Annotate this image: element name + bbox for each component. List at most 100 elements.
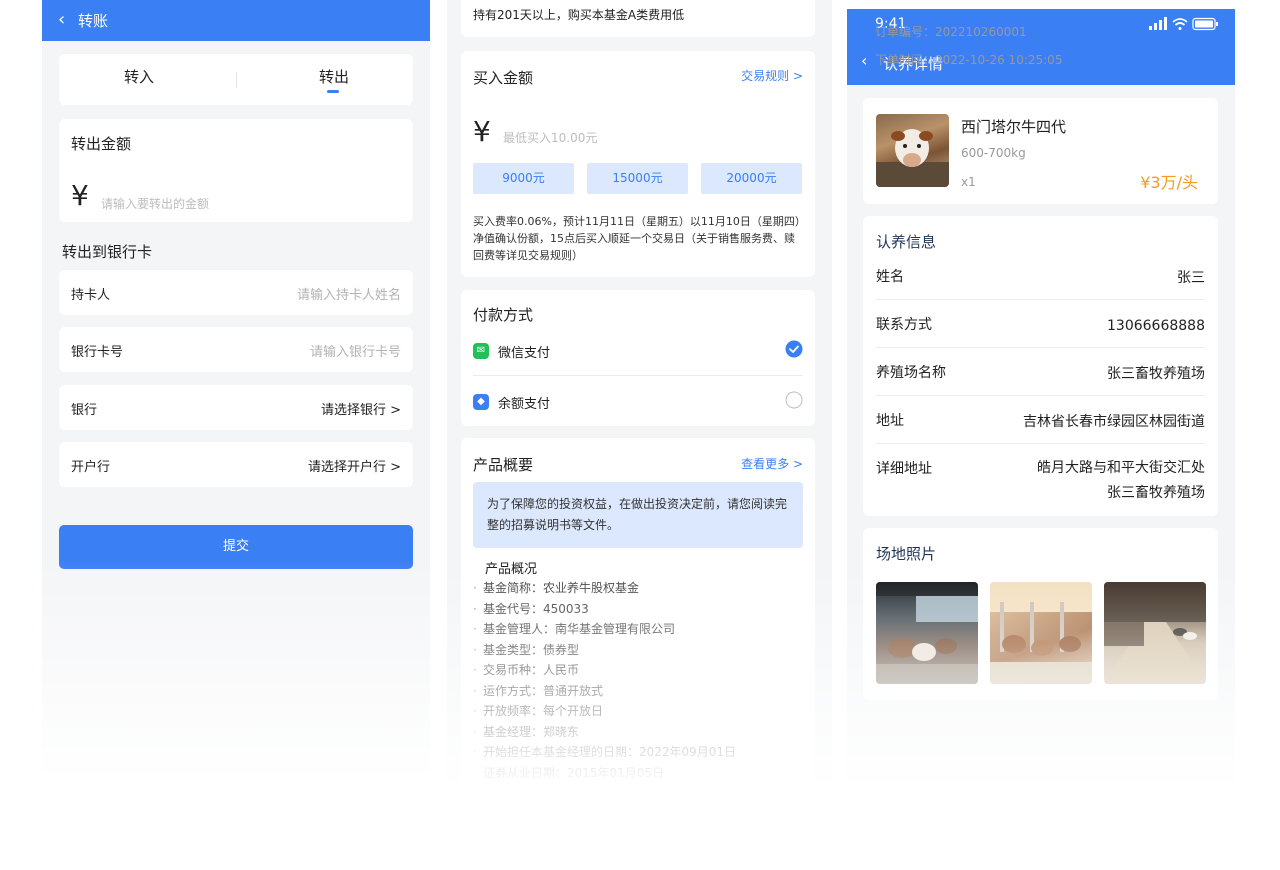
- product-quantity: x1: [961, 175, 976, 189]
- list-item: 基金类型：债券型: [473, 640, 736, 661]
- pay-method-label: 微信支付: [498, 346, 551, 361]
- buy-amount-input[interactable]: 最低买入10.00元: [503, 129, 597, 146]
- card-number-field[interactable]: 银行卡号 请输入银行卡号: [59, 327, 413, 372]
- info-value: 13066668888: [1107, 318, 1205, 334]
- list-item: 开放频率：每个开放日: [473, 701, 736, 722]
- page-title: 转账: [78, 12, 109, 30]
- product-price: ¥3万/头: [1140, 173, 1198, 192]
- product-card[interactable]: 西门塔尔牛四代 600-700kg x1 ¥3万/头: [863, 98, 1218, 204]
- site-photo[interactable]: [990, 582, 1092, 684]
- submit-button[interactable]: 提交: [59, 525, 413, 569]
- view-more-link[interactable]: 查看更多 >: [741, 455, 803, 472]
- payment-title: 付款方式: [473, 306, 534, 324]
- info-value-line2: 张三畜牧养殖场: [1107, 485, 1205, 501]
- fee-tip-text: 持有201天以上，购买本基金A类费用低: [473, 8, 685, 22]
- list-item: 运作方式：普通开放式: [473, 681, 736, 702]
- overview-title: 产品概况: [485, 562, 538, 577]
- info-value: 张三畜牧养殖场: [1107, 366, 1205, 382]
- list-item: 证券从业日期：2015年01月05日: [473, 763, 736, 784]
- wallet-icon: ◆: [473, 394, 489, 410]
- pay-method-label: 余额支付: [498, 397, 551, 412]
- list-item: 交易币种：人民币: [473, 660, 736, 681]
- photos-title: 场地照片: [876, 545, 937, 563]
- buy-amount-title: 买入金额: [473, 69, 534, 87]
- list-item: 基金简称：农业养牛股权基金: [473, 578, 736, 599]
- radio-unchecked-icon[interactable]: [785, 391, 803, 409]
- branch-select[interactable]: 请选择开户行 >: [308, 456, 401, 475]
- info-value: 张三: [1177, 270, 1205, 286]
- list-item: 基金经理：郑晓东: [473, 722, 736, 743]
- bank-select[interactable]: 请选择银行 >: [321, 399, 401, 418]
- wechat-icon: ✉: [473, 343, 489, 359]
- list-item: 基金管理人：南华基金管理有限公司: [473, 619, 736, 640]
- active-tab-indicator: [327, 90, 339, 93]
- field-label: 银行: [71, 403, 98, 418]
- cardholder-field[interactable]: 持卡人 请输入持卡人姓名: [59, 270, 413, 315]
- divider: [876, 299, 1205, 300]
- product-weight: 600-700kg: [961, 146, 1026, 160]
- fee-note: 买入费率0.06%，预计11月11日（星期五）以11月10日（星期四）净值确认份…: [473, 215, 801, 262]
- cattle-thumbnail: [876, 114, 949, 187]
- amount-chip-9000[interactable]: 9000元: [473, 163, 574, 194]
- info-value: 吉林省长春市绿园区林园街道: [1023, 414, 1205, 430]
- radio-checked-icon[interactable]: [785, 340, 803, 358]
- transfer-screen: ‹ 转账 转入 转出 转出金额 ¥ 请输入要转出的金额 转出到银行卡 持卡人 请…: [42, 0, 430, 780]
- divider: [876, 443, 1205, 444]
- bank-section-title: 转出到银行卡: [62, 243, 153, 261]
- currency-symbol: ¥: [71, 179, 89, 212]
- card-number-input[interactable]: 请输入银行卡号: [310, 341, 401, 360]
- list-item: 开始担任本基金经理的日期：2022年09月01日: [473, 742, 736, 763]
- order-time: 下单时间：2022-10-26 10:25:05: [875, 53, 1063, 67]
- summary-title: 产品概要: [473, 456, 534, 474]
- product-name: 西门塔尔牛四代: [961, 118, 1067, 136]
- branch-select-field[interactable]: 开户行 请选择开户行 >: [59, 442, 413, 487]
- order-number: 订单编号：202210260001: [875, 25, 1027, 39]
- trade-rules-link[interactable]: 交易规则 >: [741, 67, 803, 84]
- transfer-tabs: 转入 转出: [59, 54, 413, 105]
- site-photo[interactable]: [876, 582, 978, 684]
- buy-amount-card: 买入金额 交易规则 > ¥ 最低买入10.00元 9000元 15000元 20…: [461, 51, 815, 277]
- back-icon[interactable]: ‹: [58, 9, 65, 30]
- info-value: 皓月大路与和平大街交汇处: [1037, 460, 1205, 476]
- product-summary-card: 产品概要 查看更多 > 为了保障您的投资权益，在做出投资决定前，请您阅读完整的招…: [461, 438, 815, 790]
- adoption-detail-screen: 9:41 ‹ 认养详情 西门塔尔牛四代 600-700kg x1 ¥3万/头 认…: [847, 9, 1235, 790]
- payment-card: 付款方式 ✉ 微信支付 ◆ 余额支付: [461, 290, 815, 426]
- field-label: 开户行: [71, 460, 111, 475]
- bank-select-field[interactable]: 银行 请选择银行 >: [59, 385, 413, 430]
- list-item: 基金代号：450033: [473, 599, 736, 620]
- field-label: 持卡人: [71, 288, 111, 303]
- bottom-fade: [42, 560, 430, 780]
- info-title: 认养信息: [876, 233, 937, 251]
- info-label: 地址: [876, 413, 904, 429]
- transfer-header: ‹ 转账: [42, 0, 430, 41]
- amount-input[interactable]: 请输入要转出的金额: [101, 195, 209, 212]
- info-label: 联系方式: [876, 317, 932, 333]
- info-label: 养殖场名称: [876, 365, 946, 381]
- currency-symbol: ¥: [473, 115, 491, 148]
- divider: [473, 375, 803, 376]
- pay-balance-option[interactable]: ◆ 余额支付: [473, 391, 803, 417]
- amount-chip-15000[interactable]: 15000元: [587, 163, 688, 194]
- fee-tip-card: 持有201天以上，购买本基金A类费用低: [461, 0, 815, 37]
- divider: [876, 395, 1205, 396]
- fund-buy-screen: 持有201天以上，购买本基金A类费用低 买入金额 交易规则 > ¥ 最低买入10…: [447, 0, 832, 790]
- adoption-header: 9:41 ‹ 认养详情: [847, 9, 1235, 85]
- info-label: 详细地址: [876, 461, 932, 477]
- amount-chip-20000[interactable]: 20000元: [701, 163, 802, 194]
- investment-notice: 为了保障您的投资权益，在做出投资决定前，请您阅读完整的招募说明书等文件。: [473, 482, 803, 548]
- field-label: 银行卡号: [71, 345, 124, 360]
- divider: [876, 347, 1205, 348]
- cardholder-input[interactable]: 请输入持卡人姓名: [297, 284, 401, 303]
- overview-list: 基金简称：农业养牛股权基金 基金代号：450033 基金管理人：南华基金管理有限…: [473, 578, 736, 783]
- status-bar-icons: [1149, 17, 1218, 31]
- site-photos-card: 场地照片: [863, 528, 1218, 700]
- back-icon[interactable]: ‹: [861, 51, 867, 70]
- tab-transfer-out[interactable]: 转出: [319, 66, 349, 87]
- info-label: 姓名: [876, 269, 904, 285]
- amount-label: 转出金额: [71, 135, 132, 153]
- tab-transfer-in[interactable]: 转入: [124, 66, 154, 87]
- amount-card: 转出金额 ¥ 请输入要转出的金额: [59, 119, 413, 222]
- pay-wechat-option[interactable]: ✉ 微信支付: [473, 340, 803, 366]
- site-photo[interactable]: [1104, 582, 1206, 684]
- tab-divider: [236, 72, 237, 88]
